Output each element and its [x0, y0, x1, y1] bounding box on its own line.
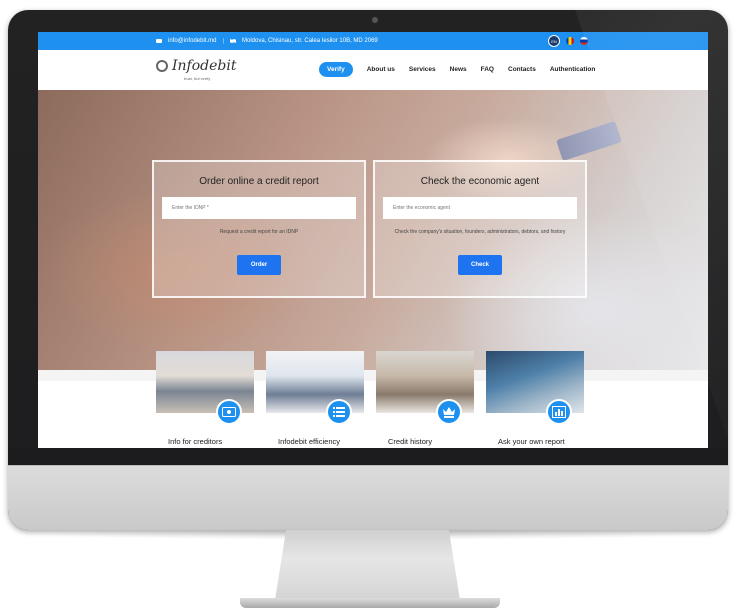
logo-text: Infodebit [172, 58, 237, 74]
economic-agent-hint: Check the company's situation, founders,… [394, 229, 566, 235]
contact-topbar: info@infodebit.md | Moldova, Chisinau, s… [38, 32, 708, 50]
nav-item-contacts[interactable]: Contacts [508, 66, 536, 73]
language-switcher: EN [548, 35, 588, 47]
credit-report-panel: Order online a credit report Request a c… [152, 160, 366, 298]
hero-credit-card-image [556, 120, 622, 162]
mail-icon [156, 39, 162, 43]
monitor-stand [275, 530, 460, 600]
lang-en-flag-icon[interactable]: EN [548, 35, 560, 47]
monitor-chin [8, 465, 728, 530]
economic-agent-input[interactable] [383, 197, 577, 219]
feature-title: Info for creditors [168, 437, 223, 446]
crown-icon [436, 399, 462, 425]
site-logo[interactable]: Infodebit trust, but verify [156, 58, 237, 81]
check-button[interactable]: Check [458, 255, 502, 275]
logo-swirl-icon [156, 60, 168, 72]
lang-ro-flag-icon[interactable] [566, 37, 574, 45]
features-row: Info for creditors Infodebit efficiency … [38, 351, 708, 448]
money-icon [216, 399, 242, 425]
economic-agent-title: Check the economic agent [420, 176, 540, 187]
screen-bezel [8, 448, 728, 466]
feature-card-credit-history[interactable]: Credit history [376, 351, 474, 448]
hero-section: Order online a credit report Request a c… [38, 90, 708, 370]
camera [372, 17, 378, 23]
idnp-input[interactable] [162, 197, 356, 219]
feature-card-creditors[interactable]: Info for creditors [156, 351, 254, 448]
map-icon [230, 39, 237, 43]
screen: info@infodebit.md | Moldova, Chisinau, s… [38, 32, 708, 448]
nav-item-about-us[interactable]: About us [367, 66, 395, 73]
nav-item-services[interactable]: Services [409, 66, 436, 73]
contact-email[interactable]: info@infodebit.md [168, 38, 216, 44]
economic-agent-panel: Check the economic agent Check the compa… [373, 160, 587, 298]
order-button[interactable]: Order [237, 255, 281, 275]
feature-title: Infodebit efficiency [278, 437, 340, 446]
feature-title: Ask your own report [498, 437, 565, 446]
nav-item-news[interactable]: News [450, 66, 467, 73]
feature-title: Credit history [388, 437, 433, 446]
nav-menu: Verify About us Services News FAQ Contac… [319, 62, 595, 77]
credit-report-hint: Request a credit report for an IDNP [219, 229, 299, 235]
list-icon [326, 399, 352, 425]
lang-ru-flag-icon[interactable] [580, 37, 588, 45]
nav-item-authentication[interactable]: Authentication [550, 66, 596, 73]
features-background [38, 381, 708, 448]
main-navbar: Infodebit trust, but verify Verify About… [38, 50, 708, 90]
nav-item-verify[interactable]: Verify [319, 62, 353, 77]
logo-tagline: trust, but verify [184, 76, 211, 81]
credit-report-title: Order online a credit report [199, 176, 319, 187]
monitor-frame: info@infodebit.md | Moldova, Chisinau, s… [8, 10, 728, 530]
monitor-base [240, 598, 500, 608]
chart-icon [546, 399, 572, 425]
feature-card-own-report[interactable]: Ask your own report [486, 351, 584, 448]
topbar-separator: | [222, 38, 225, 44]
contact-address: Moldova, Chisinau, str. Calea Iesilor 10… [242, 38, 378, 44]
nav-item-faq[interactable]: FAQ [481, 66, 494, 73]
feature-card-efficiency[interactable]: Infodebit efficiency [266, 351, 364, 448]
